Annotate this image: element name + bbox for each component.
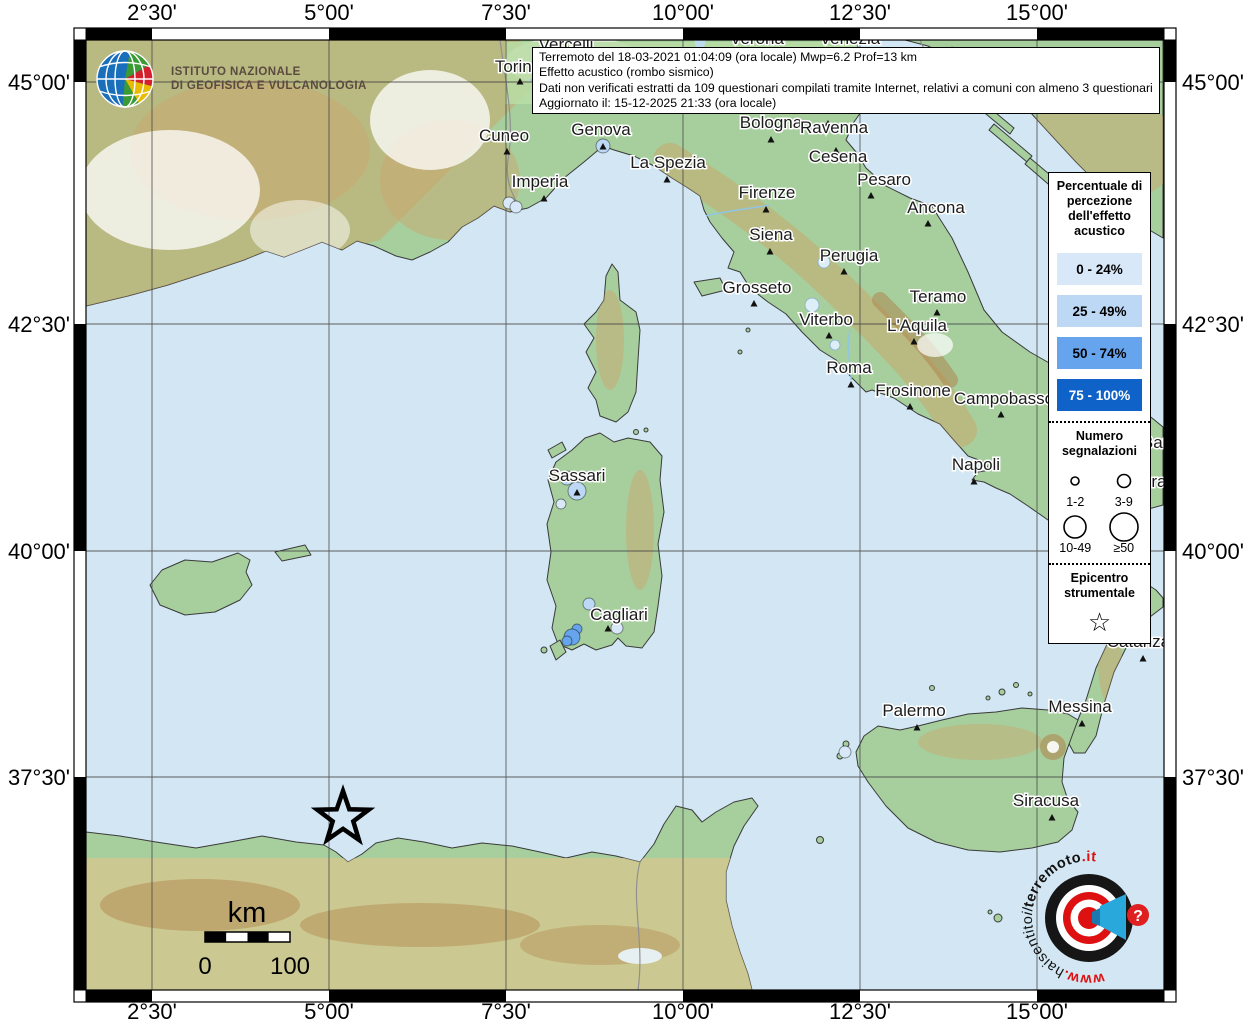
legend-class-swatch: 25 - 49%	[1057, 295, 1142, 327]
city-label: Ravenna	[800, 118, 869, 137]
count-circle	[1110, 513, 1138, 541]
city-label: Genova	[571, 120, 631, 139]
scale-end-label: 100	[270, 953, 310, 980]
perception-marker	[562, 636, 572, 646]
count-circle	[1117, 475, 1130, 488]
hsit-logo-graphic: ? www.haisentitoilterremoto.it	[1014, 842, 1170, 1002]
axis-label-lon: 7°30'	[481, 999, 531, 1024]
city-label: Grosseto	[723, 278, 792, 297]
count-class-label: ≥50	[1113, 541, 1134, 555]
epicenter-star-symbol: ☆	[1049, 605, 1150, 637]
hsit-logo: ? www.haisentitoilterremoto.it	[1014, 842, 1170, 1007]
legend-epicenter-title: Epicentro strumentale	[1049, 565, 1150, 605]
count-class-label: 10-49	[1059, 541, 1091, 555]
city-label: Pesaro	[857, 170, 911, 189]
axis-label-lat: 45°00'	[1182, 70, 1244, 95]
map-page: VercelliTorinoVeronaVeneziaCuneoGenovaLa…	[0, 0, 1251, 1024]
legend-class-swatch: 75 - 100%	[1057, 379, 1142, 411]
ingv-logo: ISTITUTO NAZIONALE DI GEOFISICA E VULCAN…	[93, 44, 367, 114]
question-mark: ?	[1133, 908, 1143, 925]
count-circle	[1071, 477, 1079, 485]
axis-label-lat: 37°30'	[8, 765, 70, 790]
city-label: Firenze	[739, 183, 796, 202]
perception-marker	[510, 201, 522, 213]
city-label: Campobasso	[954, 389, 1054, 408]
info-line: Dati non verificati estratti da 109 ques…	[539, 81, 1153, 96]
scale-start-label: 0	[198, 953, 211, 980]
axis-label-lon: 5°00'	[304, 0, 354, 25]
city-label: Bologna	[740, 113, 803, 132]
ingv-line1: ISTITUTO NAZIONALE	[171, 65, 367, 79]
city-label: La Spezia	[630, 153, 706, 172]
legend-class-swatch: 0 - 24%	[1057, 253, 1142, 285]
legend-count-classes: 1-2 3-9 10-49 ≥50	[1049, 463, 1150, 559]
count-class-label: 1-2	[1066, 495, 1084, 509]
ingv-logo-text: ISTITUTO NAZIONALE DI GEOFISICA E VULCAN…	[171, 65, 367, 93]
count-circle-icon	[1107, 465, 1141, 497]
legend-count-class: 10-49	[1058, 511, 1092, 555]
axis-label-lon: 5°00'	[304, 999, 354, 1024]
perception-marker	[839, 746, 851, 758]
axis-label-lat: 40°00'	[8, 539, 70, 564]
city-label: Perugia	[820, 246, 879, 265]
axis-label-lon: 15°00'	[1006, 0, 1068, 25]
count-circle-icon	[1058, 465, 1092, 497]
city-label: Viterbo	[799, 310, 853, 329]
axis-label-lon: 2°30'	[127, 999, 177, 1024]
city-label: Siracusa	[1013, 791, 1080, 810]
scale-unit-label: km	[228, 897, 267, 929]
city-label: Siena	[749, 225, 793, 244]
count-circle-icon	[1107, 511, 1141, 543]
count-class-label: 3-9	[1115, 495, 1133, 509]
count-circle	[1064, 516, 1086, 538]
ingv-line2: DI GEOFISICA E VULCANOLOGIA	[171, 79, 367, 93]
city-label: Cesena	[809, 147, 868, 166]
axis-label-lon: 12°30'	[829, 999, 891, 1024]
axis-label-lat: 42°30'	[8, 312, 70, 337]
city-label: Frosinone	[875, 381, 951, 400]
axis-label-lat: 37°30'	[1182, 765, 1244, 790]
axis-label-lat: 42°30'	[1182, 312, 1244, 337]
info-line: Effetto acustico (rombo sismico)	[539, 65, 1153, 80]
city-label: Palermo	[882, 701, 945, 720]
city-label: Napoli	[952, 455, 1000, 474]
axis-label-lon: 10°00'	[652, 0, 714, 25]
legend-count-class: ≥50	[1107, 511, 1141, 555]
legend-counts-title: Numero segnalazioni	[1049, 423, 1150, 463]
city-label: Teramo	[910, 287, 967, 306]
city-label: Messina	[1048, 697, 1112, 716]
info-box: Terremoto del 18-03-2021 01:04:09 (ora l…	[532, 47, 1160, 114]
perception-marker	[556, 499, 566, 509]
axis-label-lon: 10°00'	[652, 999, 714, 1024]
city-label: Ancona	[907, 198, 965, 217]
axis-label-lon: 7°30'	[481, 0, 531, 25]
city-label: Roma	[826, 358, 872, 377]
info-line: Terremoto del 18-03-2021 01:04:09 (ora l…	[539, 50, 1153, 65]
city-label: Cuneo	[479, 126, 529, 145]
city-label: Imperia	[512, 172, 569, 191]
axis-label-lat: 45°00'	[8, 70, 70, 95]
city-label: L'Aquila	[887, 316, 948, 335]
ingv-globe-icon	[93, 44, 163, 114]
legend-count-class: 3-9	[1107, 465, 1141, 509]
axis-label-lon: 2°30'	[127, 0, 177, 25]
axis-label-lat: 40°00'	[1182, 539, 1244, 564]
legend-swatches: 0 - 24% 25 - 49% 50 - 74% 75 - 100%	[1049, 253, 1150, 411]
city-label: Cagliari	[590, 605, 648, 624]
count-circle-icon	[1058, 511, 1092, 543]
axis-label-lon: 12°30'	[829, 0, 891, 25]
city-label: Sassari	[549, 466, 606, 485]
legend-title: Percentuale di percezione dell'effetto a…	[1049, 173, 1150, 243]
info-line: Aggiornato il: 15-12-2025 21:33 (ora loc…	[539, 96, 1153, 111]
legend: Percentuale di percezione dell'effetto a…	[1048, 172, 1151, 644]
legend-class-swatch: 50 - 74%	[1057, 337, 1142, 369]
legend-count-class: 1-2	[1058, 465, 1092, 509]
